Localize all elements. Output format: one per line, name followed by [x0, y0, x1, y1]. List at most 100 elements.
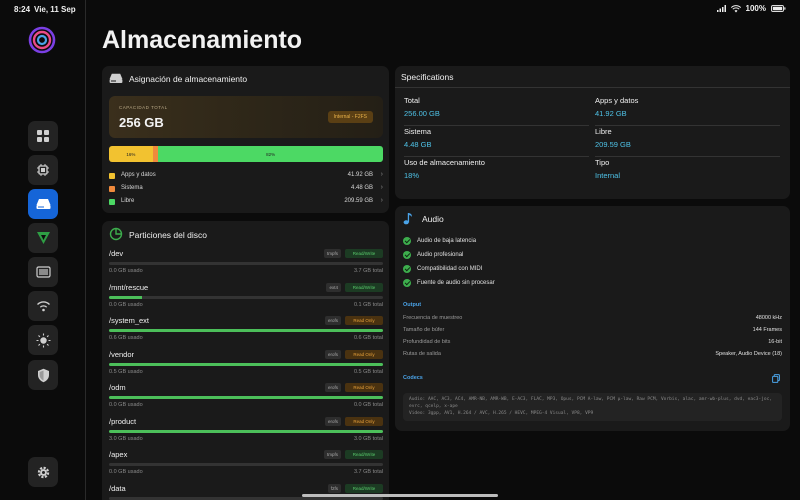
- specifications-title: Specifications: [401, 72, 454, 82]
- partition-name: /dev: [109, 249, 124, 258]
- partition-total: 3.7 GB total: [353, 268, 383, 274]
- copy-icon[interactable]: [772, 374, 780, 383]
- partition-total: 0.1 GB total: [353, 301, 383, 308]
- filesystem-badge: erofs: [324, 416, 341, 426]
- partition-row[interactable]: /apex tmpfs Read/Write 0.0 GB usado 3.7 GB t…: [109, 450, 383, 484]
- spec-key: Tipo: [595, 158, 610, 167]
- signal-icon: [716, 5, 726, 12]
- filesystem-badge: tmpfs: [323, 249, 341, 258]
- spec-item: Apps y datos 41.92 GB: [595, 96, 780, 126]
- partition-row[interactable]: /product erofs Read Only 3.0 GB usado 3.0 GB…: [109, 416, 383, 451]
- wifi-icon: [36, 301, 50, 312]
- gpu-triangle-icon: [36, 232, 50, 244]
- allocation-title: Asignación de almacenamiento: [129, 74, 248, 84]
- spec-key: Uso de almacenamiento: [404, 158, 485, 167]
- output-row: Profundidad de bits 16-bit: [403, 339, 782, 349]
- output-key: Rutas de salida: [403, 351, 441, 357]
- output-row: Tamaño de búfer 144 Frames: [403, 327, 782, 337]
- nav-storage-button[interactable]: [28, 189, 58, 219]
- codecs-audio-text: Audio: AAC, AC3, AC4, AMR-NB, AMR-WB, E-…: [409, 397, 773, 409]
- spec-item: Total 256.00 GB: [404, 96, 589, 126]
- home-indicator[interactable]: [302, 494, 498, 497]
- spec-value: 41.92 GB: [595, 109, 627, 118]
- partition-used: 0.0 GB usado: [109, 301, 143, 308]
- audio-title: Audio: [422, 214, 444, 224]
- nav-network-button[interactable]: [28, 291, 58, 321]
- output-value: 16-bit: [768, 339, 782, 345]
- storage-drive-icon: [109, 73, 123, 83]
- partition-name: /mnt/rescue: [109, 282, 149, 292]
- nav-security-button[interactable]: [28, 360, 58, 390]
- filesystem-badge: erofs: [324, 383, 341, 392]
- partition-row[interactable]: /dev tmpfs Read/Write 0.0 GB usado 3.7 GB to…: [109, 249, 383, 283]
- spec-value: 256.00 GB: [404, 109, 440, 118]
- legend-value: 209.59 GB: [344, 198, 373, 204]
- output-row: Rutas de salida Speaker, Audio Device (1…: [403, 351, 782, 361]
- partition-row[interactable]: /system_ext erofs Read Only 0.6 GB usado 0.6…: [109, 316, 383, 350]
- partition-total: 0.0 GB total: [353, 402, 383, 408]
- battery-percent: 100%: [745, 4, 766, 13]
- partition-used: 0.5 GB usado: [109, 368, 143, 375]
- spec-key: Sistema: [404, 127, 432, 136]
- nav-brightness-button[interactable]: [28, 325, 58, 355]
- legend-label: Sistema: [121, 185, 143, 191]
- check-circle-icon: [403, 265, 411, 273]
- spec-value: 18%: [404, 171, 420, 180]
- partition-usage-fill: [109, 429, 383, 433]
- page-title: Almacenamiento: [102, 26, 303, 54]
- chevron-right-icon: ›: [380, 184, 383, 191]
- spec-key: Total: [404, 96, 420, 105]
- audio-feature-label: Audio profesional: [417, 252, 464, 258]
- nav-settings-button[interactable]: [28, 457, 58, 487]
- partition-total: 0.6 GB total: [353, 335, 383, 341]
- nav-display-button[interactable]: [28, 257, 58, 287]
- partition-row[interactable]: /data f2fs Read/Write: [109, 483, 383, 500]
- partition-used: 0.0 GB usado: [109, 268, 143, 274]
- display-icon: [35, 266, 51, 278]
- audio-feature-label: Audio de baja latencia: [417, 238, 477, 244]
- codecs-heading: Codecs: [403, 375, 423, 381]
- specifications-card: Specifications Total 256.00 GB Apps y da…: [395, 66, 790, 199]
- access-mode-badge: Read Only: [345, 316, 383, 325]
- legend-apps-row[interactable]: Apps y datos 41.92 GB ›: [109, 170, 383, 182]
- disk-partitions-card: Particiones del disco /dev tmpfs Read/Writ…: [102, 221, 389, 500]
- partition-row[interactable]: /vendor erofs Read Only 0.5 GB usado 0.5 GB …: [109, 349, 383, 384]
- output-key: Frecuencia de muestreo: [403, 315, 463, 321]
- check-circle-icon: [403, 251, 411, 259]
- partition-usage-track: [109, 329, 383, 332]
- status-bar: 8:24 Vie, 11 Sep 100%: [0, 0, 800, 18]
- partitions-title: Particiones del disco: [129, 230, 207, 240]
- partition-total: 3.7 GB total: [353, 469, 383, 475]
- spec-value: Internal: [595, 171, 621, 180]
- status-icons: 100%: [716, 4, 786, 13]
- legend-color-swatch: [109, 199, 115, 205]
- storage-type-badge: Internal - F2FS: [327, 111, 373, 123]
- wifi-icon: [730, 4, 741, 12]
- output-key: Tamaño de búfer: [403, 327, 445, 333]
- codecs-box: Audio: AAC, AC3, AC4, AMR-NB, AMR-WB, E-…: [403, 393, 782, 421]
- nav-dashboard-button[interactable]: [28, 121, 58, 151]
- spec-value: 4.48 GB: [404, 140, 432, 149]
- legend-free-row[interactable]: Libre 209.59 GB ›: [109, 196, 383, 208]
- storage-usage-bar: 16% 82%: [109, 146, 383, 162]
- partition-row[interactable]: /mnt/rescue ext4 Read/Write 0.0 GB usado 0.1…: [109, 282, 383, 317]
- partition-row[interactable]: /odm erofs Read Only 0.0 GB usado 0.0 GB tot…: [109, 383, 383, 417]
- nav-processor-button[interactable]: [28, 155, 58, 185]
- access-mode-badge: Read/Write: [345, 282, 383, 292]
- partition-used: 0.6 GB usado: [109, 335, 143, 341]
- legend-system-row[interactable]: Sistema 4.48 GB ›: [109, 183, 383, 195]
- partition-usage-track: [109, 295, 383, 299]
- capacity-value: 256 GB: [119, 115, 164, 130]
- cpu-chip-icon: [37, 164, 49, 176]
- audio-feature-label: Fuente de audio sin procesar: [417, 280, 495, 286]
- nav-gpu-button[interactable]: [28, 223, 58, 253]
- partition-total: 0.5 GB total: [353, 368, 383, 375]
- sun-icon: [36, 333, 50, 347]
- output-value: 48000 kHz: [755, 315, 782, 321]
- partition-usage-fill: [109, 362, 383, 366]
- chevron-right-icon: ›: [380, 197, 383, 204]
- app-logo-icon: [28, 26, 56, 54]
- partition-name: /system_ext: [109, 316, 150, 325]
- output-row: Frecuencia de muestreo 48000 kHz: [403, 315, 782, 325]
- pie-chart-icon: [109, 227, 123, 241]
